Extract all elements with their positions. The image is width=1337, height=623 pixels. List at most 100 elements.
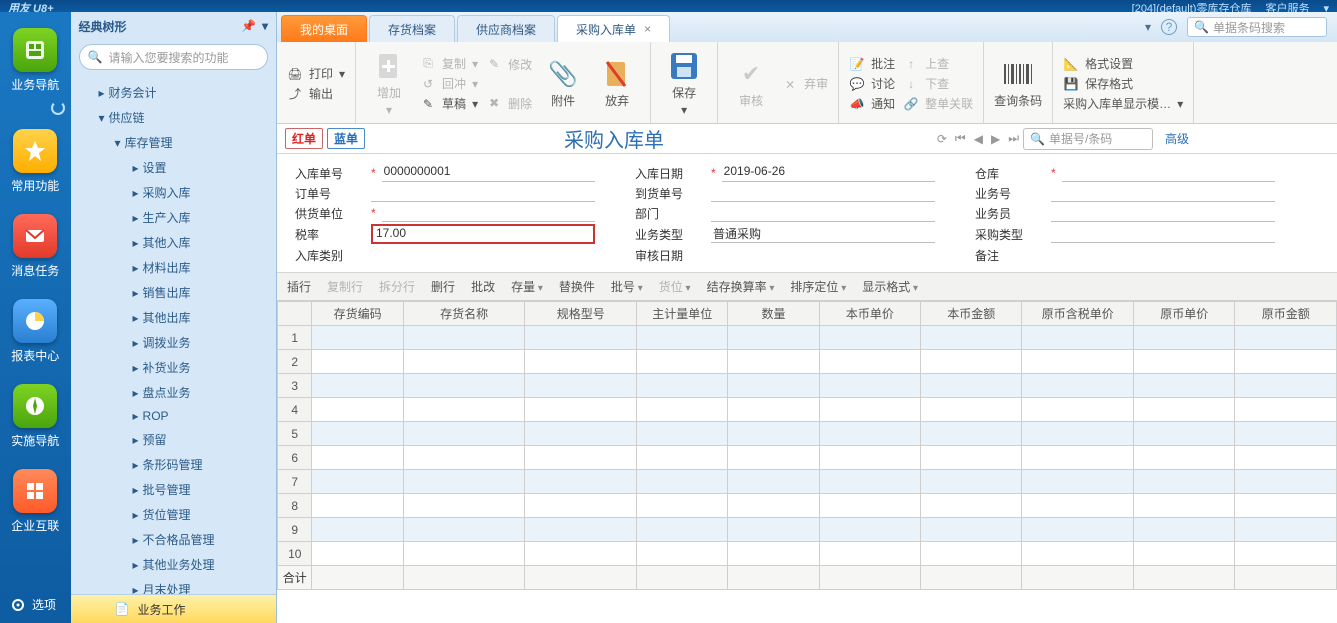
detail-grid[interactable]: 存货编码 存货名称 规格型号 主计量单位 数量 本币单价 本币金额 原币含税单价… bbox=[277, 301, 1337, 590]
grid-cell[interactable] bbox=[819, 422, 920, 446]
tree-item[interactable]: 条形码管理 bbox=[71, 452, 276, 477]
copy-row-button[interactable]: 复制行 bbox=[327, 278, 363, 295]
row-header[interactable]: 9 bbox=[278, 518, 312, 542]
balance-rate-button[interactable]: 结存换算率 bbox=[707, 278, 775, 295]
grid-cell[interactable] bbox=[819, 542, 920, 566]
refresh-icon[interactable] bbox=[51, 101, 65, 115]
grid-cell[interactable] bbox=[728, 518, 819, 542]
tree-node-supplychain[interactable]: 供应链 bbox=[71, 105, 276, 130]
grid-cell[interactable] bbox=[728, 350, 819, 374]
grid-cell[interactable] bbox=[819, 494, 920, 518]
grid-cell[interactable] bbox=[1134, 350, 1235, 374]
grid-cell[interactable] bbox=[525, 398, 637, 422]
blue-bill-toggle[interactable]: 蓝单 bbox=[327, 128, 365, 149]
barcode-query-button[interactable]: 查询条码 bbox=[994, 48, 1042, 119]
grid-cell[interactable] bbox=[1022, 374, 1134, 398]
row-header[interactable]: 2 bbox=[278, 350, 312, 374]
grid-cell[interactable] bbox=[1235, 542, 1337, 566]
tab-purchase-in[interactable]: 采购入库单× bbox=[557, 15, 670, 42]
grid-cell[interactable] bbox=[403, 398, 525, 422]
grid-cell[interactable] bbox=[525, 422, 637, 446]
grid-cell[interactable] bbox=[637, 446, 728, 470]
grid-cell[interactable] bbox=[1022, 470, 1134, 494]
col-spec[interactable]: 规格型号 bbox=[525, 302, 637, 326]
grid-cell[interactable] bbox=[1022, 542, 1134, 566]
col-orig-amount[interactable]: 原币金额 bbox=[1235, 302, 1337, 326]
nav-messages[interactable]: 消息任务 bbox=[8, 208, 62, 289]
tree-item[interactable]: 补货业务 bbox=[71, 355, 276, 380]
field-supplier[interactable] bbox=[382, 204, 595, 222]
grid-cell[interactable] bbox=[921, 398, 1022, 422]
tree-item[interactable]: 盘点业务 bbox=[71, 380, 276, 405]
display-format-button[interactable]: 显示格式 bbox=[862, 278, 918, 295]
grid-cell[interactable] bbox=[728, 422, 819, 446]
tree-item[interactable]: 月末处理 bbox=[71, 577, 276, 594]
grid-cell[interactable] bbox=[1134, 326, 1235, 350]
grid-cell[interactable] bbox=[312, 326, 403, 350]
tab-desktop[interactable]: 我的桌面 bbox=[281, 15, 367, 42]
help-icon[interactable]: ? bbox=[1161, 19, 1177, 35]
grid-cell[interactable] bbox=[728, 398, 819, 422]
grid-cell[interactable] bbox=[921, 422, 1022, 446]
grid-cell[interactable] bbox=[637, 518, 728, 542]
grid-cell[interactable] bbox=[525, 350, 637, 374]
grid-cell[interactable] bbox=[1022, 422, 1134, 446]
row-header[interactable]: 7 bbox=[278, 470, 312, 494]
grid-cell[interactable] bbox=[728, 542, 819, 566]
grid-cell[interactable] bbox=[1022, 446, 1134, 470]
grid-cell[interactable] bbox=[728, 326, 819, 350]
grid-cell[interactable] bbox=[1022, 326, 1134, 350]
reverse-button[interactable]: ↺回冲 ▾ bbox=[420, 75, 478, 92]
export-button[interactable]: ⤴输出 bbox=[287, 85, 345, 102]
print-button[interactable]: 🖨打印 ▾ bbox=[287, 65, 345, 82]
barcode-search-input[interactable]: 🔍单据条码搜索 bbox=[1187, 17, 1327, 37]
grid-cell[interactable] bbox=[1134, 518, 1235, 542]
nav-reports[interactable]: 报表中心 bbox=[8, 293, 62, 374]
display-template-button[interactable]: 采购入库单显示模… ▾ bbox=[1063, 95, 1183, 112]
field-tax-rate[interactable]: 17.00 bbox=[371, 224, 595, 244]
trace-up-button[interactable]: ↑上查 bbox=[903, 55, 973, 72]
grid-cell[interactable] bbox=[728, 374, 819, 398]
grid-cell[interactable] bbox=[1134, 446, 1235, 470]
tree-item[interactable]: 采购入库 bbox=[71, 180, 276, 205]
col-code[interactable]: 存货编码 bbox=[312, 302, 403, 326]
grid-cell[interactable] bbox=[921, 494, 1022, 518]
grid-cell[interactable] bbox=[728, 446, 819, 470]
grid-cell[interactable] bbox=[921, 518, 1022, 542]
advanced-link[interactable]: 高级 bbox=[1165, 130, 1189, 147]
grid-cell[interactable] bbox=[637, 494, 728, 518]
grid-cell[interactable] bbox=[921, 542, 1022, 566]
field-salesman[interactable] bbox=[1051, 204, 1275, 222]
col-local-price[interactable]: 本币单价 bbox=[819, 302, 920, 326]
grid-cell[interactable] bbox=[637, 542, 728, 566]
grid-cell[interactable] bbox=[525, 374, 637, 398]
modify-button[interactable]: ✎修改 bbox=[486, 56, 532, 73]
tab-dropdown-icon[interactable]: ▾ bbox=[1145, 20, 1151, 34]
grid-cell[interactable] bbox=[728, 494, 819, 518]
next-icon[interactable]: ▶ bbox=[991, 132, 1000, 146]
grid-cell[interactable] bbox=[1235, 494, 1337, 518]
col-unit[interactable]: 主计量单位 bbox=[637, 302, 728, 326]
grid-cell[interactable] bbox=[819, 470, 920, 494]
grid-cell[interactable] bbox=[819, 374, 920, 398]
grid-cell[interactable] bbox=[1235, 350, 1337, 374]
tree-item[interactable]: 预留 bbox=[71, 427, 276, 452]
field-in-no[interactable]: 0000000001 bbox=[382, 164, 595, 182]
batch-no-button[interactable]: 批号 bbox=[611, 278, 643, 295]
grid-cell[interactable] bbox=[1134, 422, 1235, 446]
grid-cell[interactable] bbox=[312, 494, 403, 518]
close-icon[interactable]: × bbox=[644, 22, 651, 36]
grid-cell[interactable] bbox=[312, 422, 403, 446]
field-in-type[interactable] bbox=[371, 246, 595, 264]
location-button[interactable]: 货位 bbox=[659, 278, 691, 295]
field-arrival-no[interactable] bbox=[711, 184, 935, 202]
nav-business[interactable]: 业务导航 bbox=[8, 22, 62, 103]
format-settings-button[interactable]: 📐格式设置 bbox=[1063, 55, 1183, 72]
grid-cell[interactable] bbox=[312, 470, 403, 494]
grid-cell[interactable] bbox=[819, 398, 920, 422]
grid-cell[interactable] bbox=[1022, 518, 1134, 542]
last-icon[interactable]: ⏭ bbox=[1008, 131, 1019, 146]
grid-cell[interactable] bbox=[312, 446, 403, 470]
grid-cell[interactable] bbox=[525, 518, 637, 542]
dropdown-icon[interactable]: ▾ bbox=[262, 19, 268, 33]
